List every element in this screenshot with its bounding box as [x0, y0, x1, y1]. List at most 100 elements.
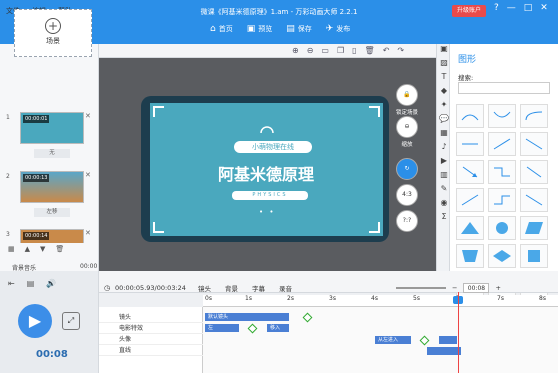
pen-icon[interactable]: ✎ [437, 184, 451, 198]
image-icon[interactable]: ▣ [437, 44, 451, 58]
lock-scene-button[interactable]: 🔒 [396, 84, 418, 106]
track-camera[interactable]: 镜头 [99, 312, 203, 323]
track-line[interactable]: 直线 [99, 345, 203, 356]
fit-button[interactable]: ↻ [396, 158, 418, 180]
tab-background[interactable]: 背景 [225, 283, 238, 293]
shape-elbow[interactable] [488, 160, 516, 184]
shape-arrow[interactable] [456, 160, 484, 184]
shape-circle[interactable] [488, 216, 516, 240]
shape-diamond[interactable] [488, 244, 516, 268]
delete-scene-icon[interactable]: ✕ [85, 112, 91, 120]
video-icon[interactable]: ▶ [437, 156, 451, 170]
step-icon[interactable]: ⇤ [8, 279, 15, 288]
zoom-out-icon[interactable]: ⊖ [307, 46, 314, 55]
track-area[interactable]: 默认镜头 左 移入 从左进入 [203, 307, 558, 373]
home-button[interactable]: ⌂ 首页 [210, 24, 233, 34]
tab-subtitle[interactable]: 字幕 [252, 283, 265, 293]
globe-icon[interactable]: ◉ [437, 198, 451, 212]
magic-icon[interactable]: ✦ [437, 100, 451, 114]
shape-arc[interactable] [488, 104, 516, 128]
help-icon[interactable]: ? [494, 3, 499, 13]
zoom-button[interactable]: ⊖ [396, 116, 418, 138]
shape-line[interactable] [456, 132, 484, 156]
zoom-in-icon[interactable]: + [495, 284, 500, 292]
ruler-tick: 3s [329, 295, 336, 302]
avatar-clip[interactable]: 从左进入 [375, 336, 411, 344]
redo-icon[interactable]: ↷ [397, 46, 404, 55]
close-icon[interactable]: ✕ [540, 3, 548, 13]
fullscreen-icon: ⤢ [67, 316, 75, 325]
scene-item[interactable]: 2 00:00:13 ✕ 左移 [6, 171, 92, 219]
scene-transition[interactable]: 无 [34, 149, 70, 158]
play-button[interactable]: ▶ [18, 304, 52, 338]
music-icon[interactable]: ♪ [437, 142, 451, 156]
stage-subtitle[interactable]: PHYSICS [232, 191, 308, 200]
zoom-value[interactable]: 00:08 [463, 283, 490, 293]
camera-clip[interactable]: 默认镜头 [205, 313, 289, 321]
save-button[interactable]: ▤ 保存 [286, 24, 312, 34]
cut-icon[interactable]: ▭ [321, 46, 329, 55]
scene-item[interactable]: 3 00:00:14 ✕ [6, 229, 92, 243]
keyframe[interactable] [247, 323, 258, 334]
chart-icon[interactable]: ▥ [437, 170, 451, 184]
text-icon[interactable]: T [437, 72, 451, 86]
formula-icon[interactable]: Σ [437, 212, 451, 226]
scene-item[interactable]: 1 00:00:01 ✕ 无 [6, 112, 92, 160]
stage-main-title[interactable]: 阿基米德原理 [196, 161, 336, 185]
shape-arrow[interactable] [520, 188, 548, 212]
avatar-clip[interactable] [439, 336, 457, 344]
keyframe[interactable] [419, 335, 430, 346]
copy-scene-icon[interactable]: ▦ [8, 245, 15, 253]
shape-parallelogram[interactable] [520, 216, 548, 240]
upgrade-button[interactable]: 升级账户 [452, 5, 486, 17]
bubble-icon[interactable]: 💬 [437, 114, 451, 128]
ratio-help-button[interactable]: ?:? [396, 210, 418, 232]
zoom-out-icon[interactable]: − [452, 284, 457, 292]
shape-search-input[interactable] [458, 82, 550, 94]
fx-clip[interactable]: 左 [205, 324, 239, 332]
move-up-icon[interactable]: ▲ [25, 245, 30, 253]
trash-icon[interactable]: 🗑 [55, 245, 64, 253]
shape-square[interactable] [520, 244, 548, 268]
zoom-in-icon[interactable]: ⊕ [292, 46, 299, 55]
shape-arrow[interactable] [520, 160, 548, 184]
shape-arrow[interactable] [456, 188, 484, 212]
shape-arc[interactable] [520, 104, 548, 128]
fx-clip[interactable]: 移入 [267, 324, 289, 332]
preview-button[interactable]: ▣ 预览 [247, 24, 273, 34]
track-avatar[interactable]: 头像 [99, 334, 203, 345]
paste-icon[interactable]: ▯ [352, 46, 356, 55]
stage-class-title[interactable]: 小萌物理在线 [234, 141, 312, 153]
image-icon[interactable]: ▨ [437, 58, 451, 72]
minimize-icon[interactable]: — [507, 3, 516, 13]
delete-icon[interactable]: 🗑 [365, 46, 375, 55]
line-clip[interactable] [427, 347, 461, 355]
delete-scene-icon[interactable]: ✕ [85, 171, 91, 179]
shape-icon[interactable]: ◆ [437, 86, 451, 100]
shape-triangle[interactable] [456, 216, 484, 240]
zoom-slider[interactable] [396, 287, 446, 289]
shape-elbow[interactable] [488, 188, 516, 212]
shape-arc[interactable] [456, 104, 484, 128]
timeline-ruler[interactable]: 0s 1s 2s 3s 4s 5s 6s 7s 8s [203, 295, 558, 307]
track-fx[interactable]: 电影特效 [99, 323, 203, 334]
tab-camera[interactable]: 镜头 [198, 283, 211, 293]
keyframe[interactable] [302, 312, 313, 323]
delete-scene-icon[interactable]: ✕ [85, 229, 91, 237]
scene-transition[interactable]: 左移 [34, 208, 70, 217]
add-scene-button[interactable]: + 场景 [14, 9, 92, 57]
maximize-icon[interactable]: □ [524, 3, 533, 13]
shape-line[interactable] [488, 132, 516, 156]
ratio-button[interactable]: 4:3 [396, 184, 418, 206]
undo-icon[interactable]: ↶ [383, 46, 390, 55]
volume-icon[interactable]: 🔊 [46, 279, 56, 288]
tab-record[interactable]: 录音 [279, 283, 292, 293]
move-down-icon[interactable]: ▼ [40, 245, 45, 253]
shape-trapezoid[interactable] [456, 244, 484, 268]
loop-icon[interactable]: ▤ [27, 279, 35, 288]
copy-icon[interactable]: ❐ [337, 46, 344, 55]
fullscreen-button[interactable]: ⤢ [62, 312, 80, 330]
table-icon[interactable]: ▦ [437, 128, 451, 142]
publish-button[interactable]: ✈ 发布 [326, 24, 351, 34]
shape-line[interactable] [520, 132, 548, 156]
